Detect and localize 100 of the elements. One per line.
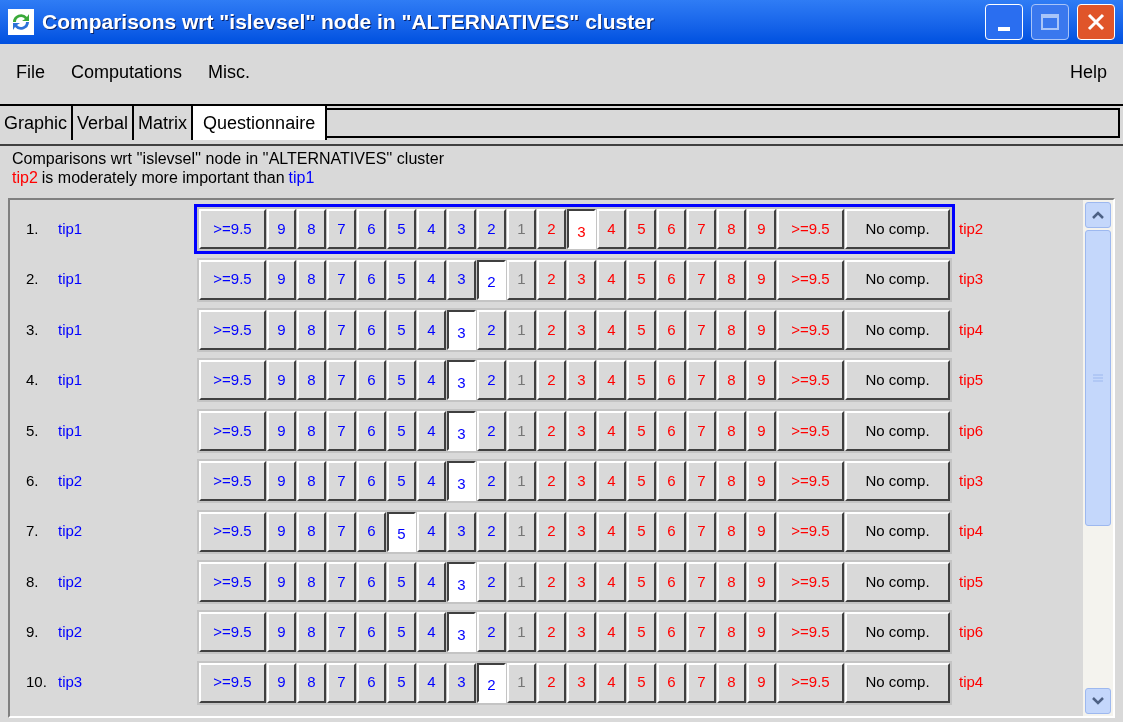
rating-button[interactable]: 7 [327,410,356,451]
rating-button[interactable]: 7 [327,511,356,552]
rating-button[interactable]: 5 [387,561,416,602]
rating-button[interactable]: 1 [507,612,536,653]
rating-button[interactable]: 1 [507,259,536,300]
rating-button[interactable]: 6 [357,511,386,552]
rating-button[interactable]: 1 [507,360,536,401]
rating-button[interactable]: 8 [297,360,326,401]
rating-button[interactable]: 1 [507,662,536,703]
rating-button[interactable]: >=9.5 [199,360,266,401]
rating-button[interactable]: 9 [267,209,296,250]
rating-button[interactable]: 2 [477,461,506,502]
rating-button[interactable]: No comp. [845,561,950,602]
rating-button[interactable]: 6 [357,259,386,300]
rating-button[interactable]: 8 [297,410,326,451]
rating-button[interactable]: 3 [447,662,476,703]
rating-button[interactable]: 2 [477,410,506,451]
rating-button[interactable]: No comp. [845,410,950,451]
rating-button[interactable]: 3 [447,410,476,451]
rating-button[interactable]: 1 [507,209,536,250]
rating-button[interactable]: 5 [387,360,416,401]
rating-button[interactable]: 6 [357,360,386,401]
rating-button[interactable]: 4 [417,561,446,602]
rating-button[interactable]: 8 [297,561,326,602]
rating-button[interactable]: 3 [447,612,476,653]
scrollbar[interactable] [1083,200,1113,716]
rating-button[interactable]: 8 [297,662,326,703]
scroll-down-button[interactable] [1085,688,1111,714]
rating-button[interactable]: 6 [357,612,386,653]
rating-button[interactable]: 4 [417,309,446,350]
rating-button[interactable]: 3 [447,309,476,350]
rating-button[interactable]: 7 [327,662,356,703]
rating-button[interactable]: 8 [297,612,326,653]
rating-button[interactable]: 3 [447,511,476,552]
rating-button[interactable]: >=9.5 [199,511,266,552]
rating-button[interactable]: 4 [417,461,446,502]
rating-button[interactable]: >=9.5 [199,309,266,350]
rating-button[interactable]: 9 [267,612,296,653]
maximize-button[interactable] [1031,4,1069,40]
rating-button[interactable]: 7 [327,360,356,401]
rating-button[interactable]: 4 [417,259,446,300]
rating-button[interactable]: 8 [297,461,326,502]
rating-button[interactable]: 1 [507,309,536,350]
rating-button[interactable]: 6 [357,561,386,602]
rating-button[interactable]: 1 [507,561,536,602]
rating-button[interactable]: 7 [327,561,356,602]
rating-button[interactable]: 6 [357,662,386,703]
rating-button[interactable]: 7 [327,259,356,300]
rating-button[interactable]: 6 [357,410,386,451]
rating-button[interactable]: 6 [357,309,386,350]
rating-button[interactable]: 7 [327,309,356,350]
rating-button[interactable]: 9 [267,561,296,602]
rating-button[interactable]: 2 [477,209,506,250]
rating-button[interactable]: 1 [507,461,536,502]
rating-button[interactable]: >=9.5 [199,209,266,250]
rating-button[interactable]: >=9.5 [199,410,266,451]
rating-button[interactable]: 1 [507,511,536,552]
rating-button[interactable]: 4 [417,662,446,703]
rating-button[interactable]: 2 [477,662,506,703]
rating-button[interactable]: >=9.5 [199,561,266,602]
menu-item[interactable]: Help [1069,58,1107,86]
rating-button[interactable]: 3 [447,259,476,300]
rating-button[interactable]: 4 [417,511,446,552]
rating-button[interactable]: 4 [417,612,446,653]
rating-button[interactable]: >=9.5 [199,662,266,703]
scroll-up-button[interactable] [1085,202,1111,228]
rating-button[interactable]: No comp. [845,259,950,300]
rating-button[interactable]: 7 [327,209,356,250]
rating-button[interactable]: >=9.5 [199,259,266,300]
rating-button[interactable]: 2 [477,561,506,602]
rating-button[interactable]: 8 [297,209,326,250]
menu-item[interactable]: File [16,58,45,86]
rating-button[interactable]: 5 [387,410,416,451]
rating-button[interactable]: 5 [387,662,416,703]
rating-button[interactable]: >=9.5 [199,461,266,502]
rating-button[interactable]: 5 [387,461,416,502]
rating-button[interactable]: 9 [267,461,296,502]
rating-button[interactable]: No comp. [845,612,950,653]
rating-button[interactable]: 3 [447,461,476,502]
rating-button[interactable]: 1 [507,410,536,451]
rating-button[interactable]: 4 [417,209,446,250]
minimize-button[interactable] [985,4,1023,40]
rating-button[interactable]: 2 [477,259,506,300]
rating-button[interactable]: 9 [267,662,296,703]
rating-button[interactable]: No comp. [845,511,950,552]
rating-button[interactable]: 9 [267,410,296,451]
rating-button[interactable]: 3 [447,360,476,401]
rating-button[interactable]: 5 [387,259,416,300]
rating-button[interactable]: 9 [267,259,296,300]
rating-button[interactable]: 5 [387,511,416,552]
rating-button[interactable]: 6 [357,209,386,250]
rating-button[interactable]: 8 [297,259,326,300]
menu-item[interactable]: Computations [71,58,183,86]
rating-button[interactable]: 3 [447,209,476,250]
rating-button[interactable]: No comp. [845,209,950,250]
rating-button[interactable]: 3 [447,561,476,602]
rating-button[interactable]: 3 [567,209,596,250]
rating-button[interactable]: No comp. [845,360,950,401]
rating-button[interactable]: 6 [357,461,386,502]
rating-button[interactable]: 8 [297,511,326,552]
